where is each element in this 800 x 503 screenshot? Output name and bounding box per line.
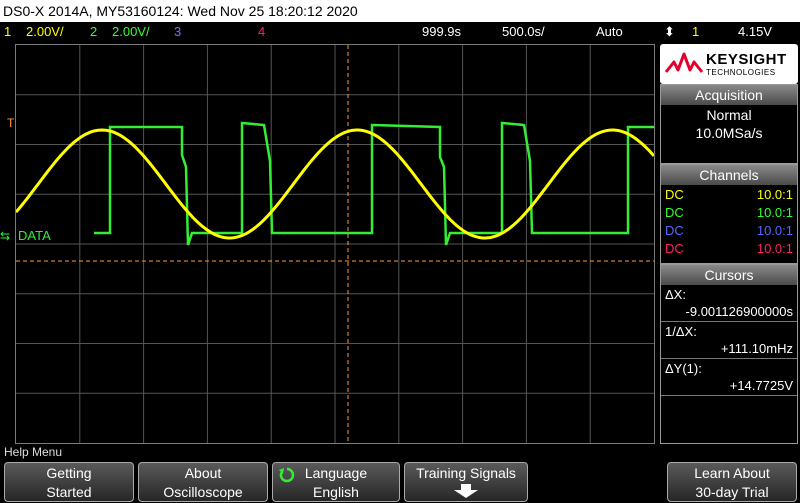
ch1-scale[interactable]: 2.00V/: [26, 22, 64, 42]
data-label: DATA: [18, 228, 51, 243]
channel-coupling: DC: [665, 241, 684, 256]
dx-label: ΔX:: [665, 287, 686, 302]
softkey-label-1: Training Signals: [416, 465, 516, 481]
help-bar: Help Menu: [0, 444, 800, 460]
channel-row[interactable]: DC 10.0:1: [661, 240, 797, 258]
trigger-marker[interactable]: T: [7, 116, 14, 130]
submenu-arrow-icon: [405, 483, 527, 502]
softkey-training-signals[interactable]: Training Signals: [404, 462, 528, 502]
graticule: [16, 45, 654, 443]
trigger-level[interactable]: 4.15V: [738, 22, 772, 42]
help-menu-label: Help Menu: [4, 445, 63, 459]
softkey-learn-about-trial[interactable]: Learn About 30-day Trial: [667, 462, 797, 502]
softkey-about-oscilloscope[interactable]: About Oscilloscope: [138, 462, 268, 502]
acquisition-header: Acquisition: [661, 85, 797, 105]
side-panel: KEYSIGHT TECHNOLOGIES Acquisition Normal…: [660, 44, 800, 444]
delay-value[interactable]: 999.9s: [422, 22, 461, 42]
sample-rate: 10.0MSa/s: [695, 125, 763, 141]
ch2-scale[interactable]: 2.00V/: [112, 22, 150, 42]
channels-panel[interactable]: Channels DC 10.0:1 DC 10.0:1 DC 10.0:1 DC 10.0:…: [660, 164, 798, 264]
cursors-panel[interactable]: Cursors ΔX: -9.001126900000s 1/ΔX: +111.…: [660, 264, 798, 444]
softkey-getting-started[interactable]: Getting Started: [4, 462, 134, 502]
channel-row[interactable]: DC 10.0:1: [661, 222, 797, 240]
softkey-label-1: Learn About: [694, 465, 770, 481]
channel-probe: 10.0:1: [756, 223, 793, 238]
channel-coupling: DC: [665, 205, 684, 220]
dy-value: +14.7725V: [661, 376, 797, 396]
trigger-channel[interactable]: 1: [692, 22, 699, 42]
ch2-number[interactable]: 2: [90, 22, 97, 42]
softkey-label-2: English: [313, 484, 359, 500]
channel-coupling: DC: [665, 187, 684, 202]
timebase-value[interactable]: 500.0s/: [502, 22, 545, 42]
trigger-mode[interactable]: Auto: [596, 22, 623, 42]
ch4-number[interactable]: 4: [258, 22, 265, 42]
acquisition-panel[interactable]: Acquisition Normal 10.0MSa/s: [660, 84, 798, 164]
brand-name: KEYSIGHT: [706, 51, 787, 68]
title-bar: DS0-X 2014A, MY53160124: Wed Nov 25 18:2…: [0, 0, 800, 22]
trigger-arrow-icon: ⬍: [664, 24, 675, 39]
dy-label: ΔY(1):: [665, 361, 702, 376]
title-text: DS0-X 2014A, MY53160124: Wed Nov 25 18:2…: [3, 3, 358, 19]
channels-header: Channels: [661, 165, 797, 185]
inv-dx-value: +111.10mHz: [661, 339, 797, 359]
keysight-wave-icon: [664, 52, 704, 73]
ch2-ground-marker[interactable]: ⇆: [0, 229, 10, 243]
ch2-waveform: [94, 121, 654, 246]
ch1-number[interactable]: 1: [4, 22, 11, 42]
softkey-label-2: Oscilloscope: [163, 484, 243, 500]
softkey-label-1: Getting: [46, 465, 92, 481]
softkey-label-2: 30-day Trial: [695, 484, 769, 500]
channel-probe: 10.0:1: [756, 205, 793, 220]
softkey-label-2: Started: [46, 484, 92, 500]
softkey-language[interactable]: Language English: [272, 462, 400, 502]
waveform-svg: [16, 45, 654, 443]
dx-value: -9.001126900000s: [661, 302, 797, 322]
channel-probe: 10.0:1: [756, 241, 793, 256]
ch3-number[interactable]: 3: [174, 22, 181, 42]
softkey-label-1: Language: [304, 465, 368, 481]
cursors-header: Cursors: [661, 265, 797, 285]
brand-sub: TECHNOLOGIES: [706, 68, 776, 77]
channel-probe: 10.0:1: [756, 187, 793, 202]
channel-row[interactable]: DC 10.0:1: [661, 204, 797, 222]
waveform-display[interactable]: [15, 44, 655, 444]
channel-row[interactable]: DC 10.0:1: [661, 186, 797, 204]
softkey-label-1: About: [184, 465, 222, 481]
status-bar: 1 2.00V/ 2 2.00V/ 3 4 999.9s 500.0s/ Aut…: [0, 22, 800, 42]
inv-dx-label: 1/ΔX:: [665, 324, 697, 339]
keysight-logo: KEYSIGHT TECHNOLOGIES: [660, 44, 798, 84]
acquisition-mode: Normal: [706, 107, 752, 123]
channel-coupling: DC: [665, 223, 684, 238]
